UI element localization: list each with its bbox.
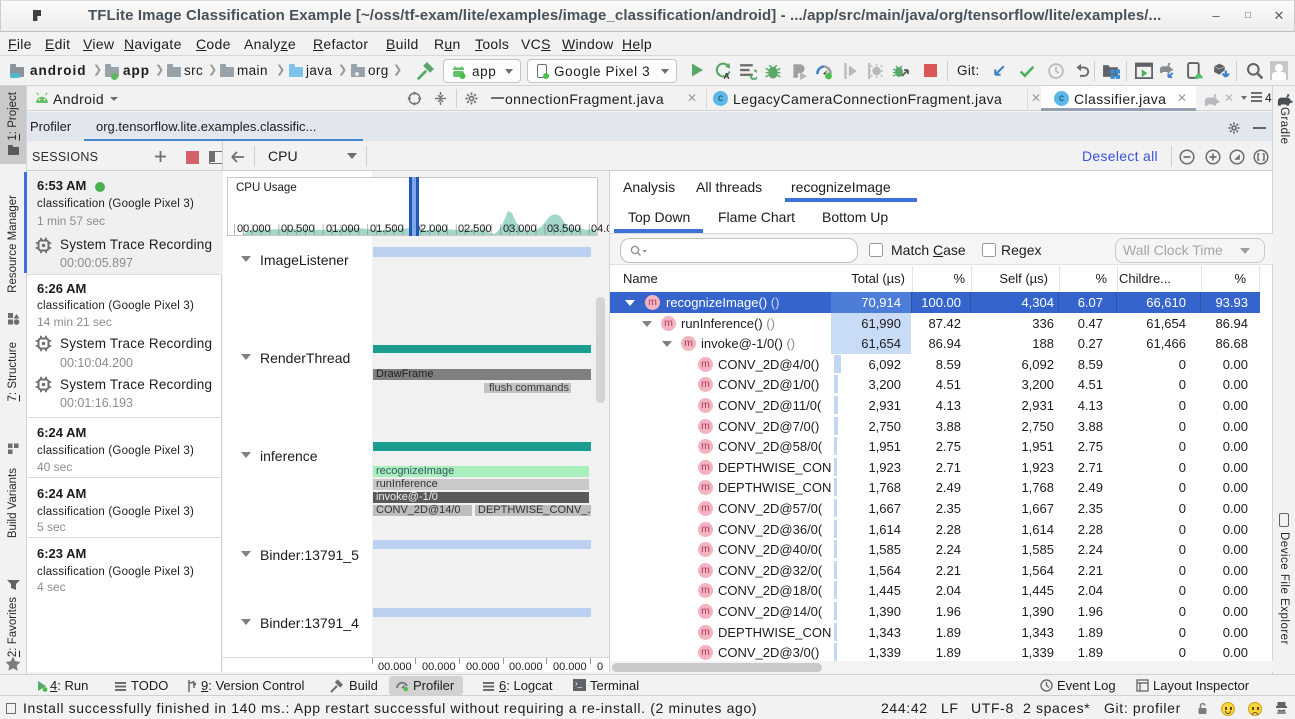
svg-text:A: A <box>724 71 730 80</box>
